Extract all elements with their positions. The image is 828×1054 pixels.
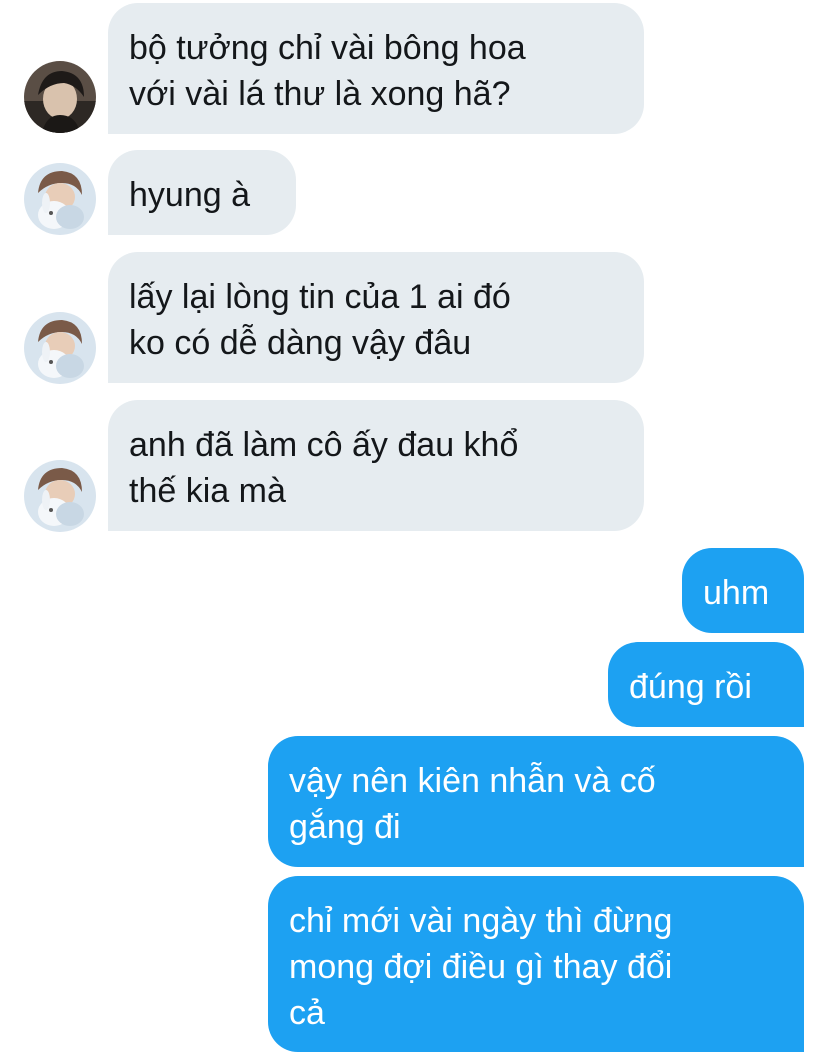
outgoing-message-bubble[interactable]: đúng rồi — [608, 642, 804, 727]
incoming-message-bubble[interactable]: hyung à — [108, 150, 296, 235]
person-holding-plush-avatar-icon — [24, 460, 96, 532]
incoming-message-bubble[interactable]: anh đã làm cô ấy đau khổ thế kia mà — [108, 400, 644, 531]
person-holding-plush-avatar-icon — [24, 163, 96, 235]
message-line: cả — [289, 994, 325, 1032]
incoming-message-bubble[interactable]: bộ tưởng chỉ vài bông hoa với vài lá thư… — [108, 3, 644, 134]
message-line: hyung à — [129, 176, 250, 214]
outgoing-message-bubble[interactable]: vậy nên kiên nhẫn và cố gắng đi — [268, 736, 804, 867]
message-line: vậy nên kiên nhẫn và cố — [289, 762, 656, 800]
message-line: lấy lại lòng tin của 1 ai đó — [129, 278, 511, 316]
message-line: chỉ mới vài ngày thì đừng — [289, 902, 673, 940]
message-line: ko có dễ dàng vậy đâu — [129, 324, 472, 362]
person-holding-plush-avatar-icon — [24, 312, 96, 384]
message-line: đúng rồi — [629, 668, 752, 706]
dark-haired-person-avatar-icon — [24, 61, 96, 133]
message-line: thế kia mà — [129, 472, 286, 510]
sender-avatar[interactable] — [24, 312, 96, 384]
message-line: uhm — [703, 574, 770, 612]
message-thread: bộ tưởng chỉ vài bông hoa với vài lá thư… — [0, 0, 828, 1054]
sender-avatar[interactable] — [24, 460, 96, 532]
message-line: mong đợi điều gì thay đổi — [289, 948, 673, 986]
incoming-message-bubble[interactable]: lấy lại lòng tin của 1 ai đó ko có dễ dà… — [108, 252, 644, 383]
message-line: anh đã làm cô ấy đau khổ — [129, 426, 519, 464]
outgoing-message-bubble[interactable]: uhm — [682, 548, 804, 633]
message-line: với vài lá thư là xong hã? — [129, 75, 511, 113]
outgoing-message-bubble[interactable]: chỉ mới vài ngày thì đừng mong đợi điều … — [268, 876, 804, 1052]
message-line: gắng đi — [289, 808, 401, 846]
message-line: bộ tưởng chỉ vài bông hoa — [129, 29, 526, 67]
sender-avatar[interactable] — [24, 61, 96, 133]
sender-avatar[interactable] — [24, 163, 96, 235]
